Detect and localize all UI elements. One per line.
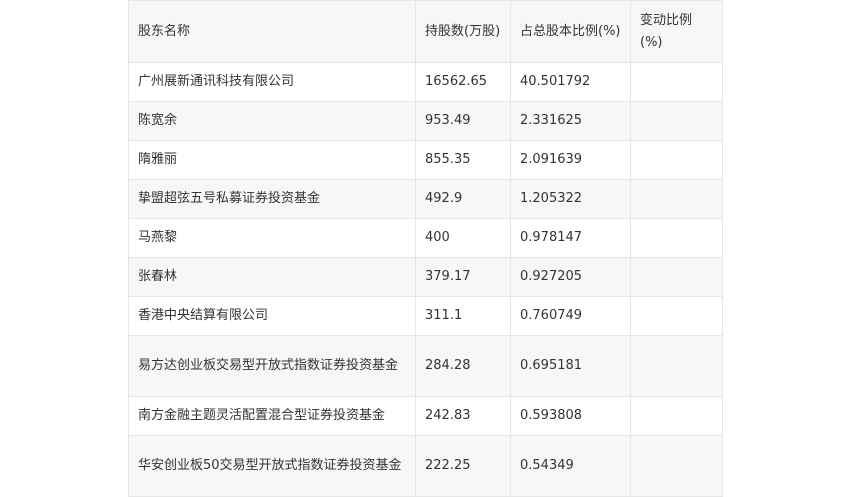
change-ratio-cell: [630, 435, 723, 497]
shares-held-cell: 222.25: [415, 435, 511, 497]
change-ratio-cell: [630, 335, 723, 397]
shareholder-name-cell: 挚盟超弦五号私募证券投资基金: [128, 179, 416, 219]
change-ratio-cell: [630, 101, 723, 141]
header-shares-held: 持股数(万股): [415, 0, 511, 63]
change-ratio-cell: [630, 296, 723, 336]
share-ratio-cell: 0.54349: [510, 435, 631, 497]
shares-held-cell: 16562.65: [415, 62, 511, 102]
shareholder-name-cell: 陈宽余: [128, 101, 416, 141]
shareholder-name-cell: 张春林: [128, 257, 416, 297]
table-row: 易方达创业板交易型开放式指数证券投资基金 284.28 0.695181: [128, 335, 723, 397]
table-row: 陈宽余 953.49 2.331625: [128, 101, 723, 141]
share-ratio-cell: 0.593808: [510, 396, 631, 436]
shares-held-cell: 492.9: [415, 179, 511, 219]
shares-held-cell: 379.17: [415, 257, 511, 297]
table-row: 隋雅丽 855.35 2.091639: [128, 140, 723, 180]
change-ratio-cell: [630, 140, 723, 180]
shares-held-cell: 242.83: [415, 396, 511, 436]
share-ratio-cell: 2.331625: [510, 101, 631, 141]
header-share-ratio: 占总股本比例(%): [510, 0, 631, 63]
shareholder-name-cell: 香港中央结算有限公司: [128, 296, 416, 336]
shareholder-name-cell: 马燕黎: [128, 218, 416, 258]
change-ratio-cell: [630, 396, 723, 436]
share-ratio-cell: 40.501792: [510, 62, 631, 102]
shares-held-cell: 400: [415, 218, 511, 258]
share-ratio-cell: 0.927205: [510, 257, 631, 297]
share-ratio-cell: 1.205322: [510, 179, 631, 219]
change-ratio-cell: [630, 179, 723, 219]
share-ratio-cell: 0.695181: [510, 335, 631, 397]
shareholder-table: 股东名称 持股数(万股) 占总股本比例(%) 变动比例(%) 广州展新通讯科技有…: [128, 0, 723, 497]
shares-held-cell: 311.1: [415, 296, 511, 336]
header-shareholder-name: 股东名称: [128, 0, 416, 63]
shareholder-table-container: 股东名称 持股数(万股) 占总股本比例(%) 变动比例(%) 广州展新通讯科技有…: [128, 0, 723, 497]
share-ratio-cell: 2.091639: [510, 140, 631, 180]
table-row: 挚盟超弦五号私募证券投资基金 492.9 1.205322: [128, 179, 723, 219]
change-ratio-cell: [630, 218, 723, 258]
change-ratio-cell: [630, 257, 723, 297]
shareholder-name-cell: 广州展新通讯科技有限公司: [128, 62, 416, 102]
share-ratio-cell: 0.760749: [510, 296, 631, 336]
shares-held-cell: 953.49: [415, 101, 511, 141]
share-ratio-cell: 0.978147: [510, 218, 631, 258]
table-row: 香港中央结算有限公司 311.1 0.760749: [128, 296, 723, 336]
shares-held-cell: 284.28: [415, 335, 511, 397]
shareholder-name-cell: 易方达创业板交易型开放式指数证券投资基金: [128, 335, 416, 397]
table-row: 华安创业板50交易型开放式指数证券投资基金 222.25 0.54349: [128, 435, 723, 497]
table-header-row: 股东名称 持股数(万股) 占总股本比例(%) 变动比例(%): [128, 0, 723, 63]
table-row: 广州展新通讯科技有限公司 16562.65 40.501792: [128, 62, 723, 102]
shares-held-cell: 855.35: [415, 140, 511, 180]
shareholder-name-cell: 华安创业板50交易型开放式指数证券投资基金: [128, 435, 416, 497]
shareholder-name-cell: 隋雅丽: [128, 140, 416, 180]
header-change-ratio: 变动比例(%): [630, 0, 723, 63]
table-row: 南方金融主题灵活配置混合型证券投资基金 242.83 0.593808: [128, 396, 723, 436]
table-row: 马燕黎 400 0.978147: [128, 218, 723, 258]
change-ratio-cell: [630, 62, 723, 102]
shareholder-name-cell: 南方金融主题灵活配置混合型证券投资基金: [128, 396, 416, 436]
table-row: 张春林 379.17 0.927205: [128, 257, 723, 297]
